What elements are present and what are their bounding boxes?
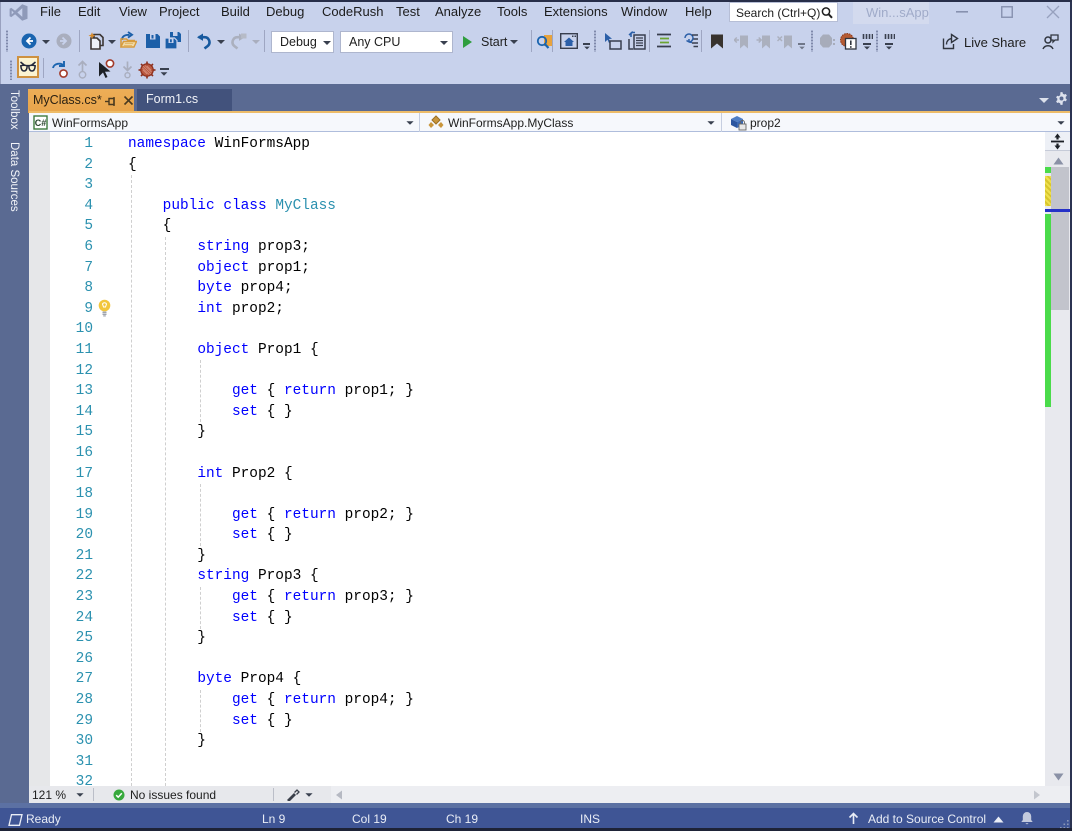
- svg-text:C#: C#: [35, 118, 47, 128]
